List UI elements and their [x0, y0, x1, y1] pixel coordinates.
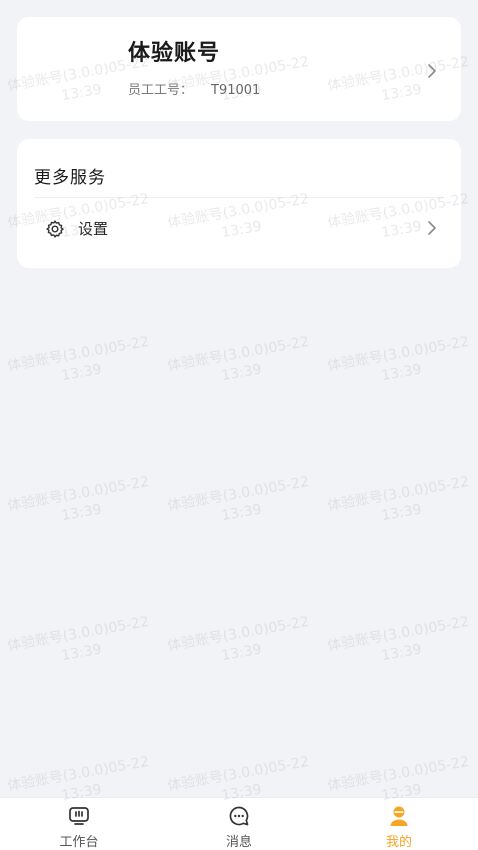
tab-label: 工作台: [59, 835, 99, 850]
tab-label: 我的: [385, 835, 412, 850]
watermark-line: 体验账号(3.0.0)05-22: [166, 753, 311, 795]
watermark-time: 13:39: [380, 361, 423, 385]
section-title: 更多服务: [34, 168, 106, 188]
profile-name: 体验账号: [128, 41, 221, 66]
divider: [34, 197, 444, 198]
employee-id-label: 员工工号：: [128, 83, 194, 98]
chevron-right-icon: [427, 220, 437, 236]
watermark-text: 体验账号(3.0.0)05-22 13:39: [318, 471, 478, 536]
watermark-line: 体验账号(3.0.0)05-22: [326, 473, 471, 515]
watermark-line: 体验账号(3.0.0)05-22: [6, 473, 151, 515]
watermark-text: 体验账号(3.0.0)05-22 13:39: [318, 611, 478, 676]
watermark-line: 体验账号(3.0.0)05-22: [326, 613, 471, 655]
watermark-time: 13:39: [220, 361, 263, 385]
watermark-time: 13:39: [220, 641, 263, 665]
watermark-time: 13:39: [60, 641, 103, 665]
settings-row[interactable]: 设置: [17, 211, 461, 245]
settings-label: 设置: [78, 220, 109, 238]
watermark-time: 13:39: [380, 641, 423, 665]
watermark-text: 体验账号(3.0.0)05-22 13:39: [158, 331, 322, 396]
watermark-line: 体验账号(3.0.0)05-22: [326, 333, 471, 375]
watermark-time: 13:39: [60, 501, 103, 525]
tab-mine[interactable]: 我的: [339, 798, 459, 850]
bottom-tab-bar: 工作台 消息 我的: [0, 797, 478, 850]
watermark-line: 体验账号(3.0.0)05-22: [6, 333, 151, 375]
employee-id-line: 员工工号： T91001: [128, 79, 260, 98]
watermark-time: 13:39: [380, 501, 423, 525]
watermark-overlay: 体验账号(3.0.0)05-22 13:39 体验账号(3.0.0)05-22 13:…: [0, 0, 478, 850]
chevron-right-icon: [427, 63, 437, 79]
watermark-text: 体验账号(3.0.0)05-22 13:39: [0, 611, 162, 676]
watermark-text: 体验账号(3.0.0)05-22 13:39: [0, 471, 162, 536]
watermark-line: 体验账号(3.0.0)05-22: [166, 473, 311, 515]
watermark-text: 体验账号(3.0.0)05-22 13:39: [158, 611, 322, 676]
watermark-line: 体验账号(3.0.0)05-22: [166, 333, 311, 375]
more-services-card: 更多服务 设置: [17, 139, 461, 268]
watermark-line: 体验账号(3.0.0)05-22: [326, 753, 471, 795]
watermark-text: 体验账号(3.0.0)05-22 13:39: [0, 331, 162, 396]
watermark-time: 13:39: [220, 501, 263, 525]
employee-id-value: T91001: [211, 83, 261, 98]
workbench-icon: [67, 804, 91, 828]
watermark-time: 13:39: [60, 361, 103, 385]
profile-card[interactable]: 体验账号 员工工号： T91001: [17, 17, 461, 121]
gear-icon: [45, 219, 65, 239]
watermark-line: 体验账号(3.0.0)05-22: [6, 613, 151, 655]
message-icon: [227, 804, 251, 828]
watermark-line: 体验账号(3.0.0)05-22: [166, 613, 311, 655]
watermark-text: 体验账号(3.0.0)05-22 13:39: [318, 331, 478, 396]
tab-messages[interactable]: 消息: [179, 798, 299, 850]
watermark-line: 体验账号(3.0.0)05-22: [6, 753, 151, 795]
watermark-text: 体验账号(3.0.0)05-22 13:39: [158, 471, 322, 536]
tab-workbench[interactable]: 工作台: [19, 798, 139, 850]
profile-icon: [387, 804, 411, 828]
tab-label: 消息: [225, 835, 252, 850]
